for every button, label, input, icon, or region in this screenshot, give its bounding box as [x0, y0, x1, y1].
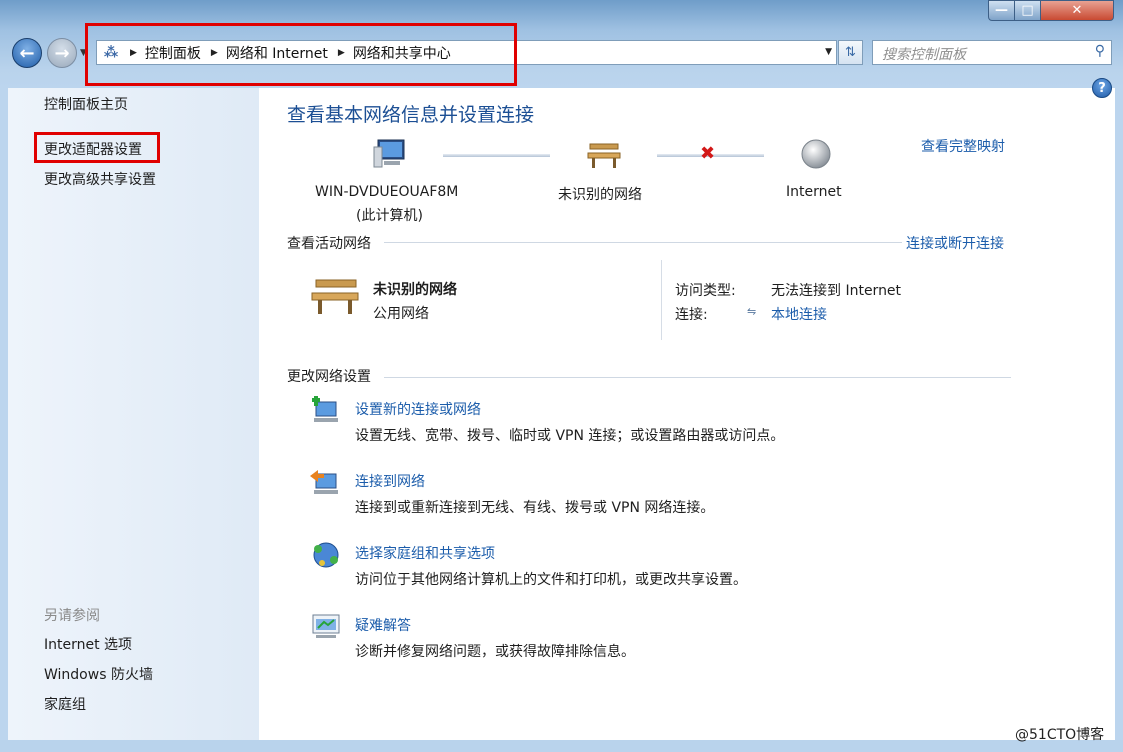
- adapter-highlight-box: [34, 132, 160, 163]
- local-connection-link[interactable]: 本地连接: [771, 304, 827, 324]
- watermark: @51CTO博客: [1015, 727, 1105, 743]
- active-network-name: 未识别的网络: [373, 282, 457, 298]
- close-button[interactable]: ✕: [1040, 0, 1114, 21]
- map-network-label: 未识别的网络: [558, 187, 642, 203]
- bench-icon: [587, 143, 621, 168]
- maximize-button[interactable]: □: [1014, 0, 1041, 21]
- access-type-label: 访问类型:: [675, 283, 736, 299]
- connect-network-icon: [310, 470, 338, 494]
- window-bottom-border: [0, 740, 1123, 752]
- connect-disconnect-link[interactable]: 连接或断开连接: [906, 233, 1004, 253]
- search-input[interactable]: 搜索控制面板 ⚲: [872, 40, 1112, 65]
- bench-large-icon: [311, 279, 359, 314]
- refresh-icon: ⇅: [845, 45, 856, 60]
- computer-name: WIN-DVDUEOUAF8M: [315, 184, 459, 200]
- sidebar: 控制面板主页 更改适配器设置 更改高级共享设置 Internet 选项 Wind…: [8, 88, 259, 740]
- minimize-button[interactable]: —: [988, 0, 1015, 21]
- see-also-heading: 另请参阅: [44, 608, 100, 624]
- troubleshoot-icon: [312, 614, 340, 638]
- map-internet-label: Internet: [786, 184, 842, 200]
- setup-connection-link[interactable]: 设置新的连接或网络: [355, 399, 481, 419]
- homegroup-icon: [313, 542, 339, 568]
- homegroup-desc: 访问位于其他网络计算机上的文件和打印机，或更改共享设置。: [355, 572, 747, 588]
- help-icon[interactable]: ?: [1092, 78, 1112, 98]
- access-type-value: 无法连接到 Internet: [771, 283, 902, 299]
- active-network-type[interactable]: 公用网络: [373, 303, 429, 323]
- new-connection-icon: [312, 396, 338, 422]
- computer-subtitle: (此计算机): [356, 208, 423, 224]
- sidebar-item-home[interactable]: 控制面板主页: [44, 94, 128, 114]
- forward-arrow-icon: →: [54, 42, 70, 64]
- refresh-button[interactable]: ⇅: [838, 40, 863, 65]
- active-networks-heading: 查看活动网络: [287, 236, 371, 252]
- see-also-homegroup[interactable]: 家庭组: [44, 694, 86, 714]
- see-also-internet-options[interactable]: Internet 选项: [44, 634, 132, 654]
- section-divider: [384, 377, 1011, 378]
- setup-connection-desc: 设置无线、宽带、拨号、临时或 VPN 连接；或设置路由器或访问点。: [355, 428, 785, 444]
- address-dropdown-icon[interactable]: ▼: [825, 47, 832, 57]
- search-icon[interactable]: ⚲: [1095, 43, 1105, 59]
- vertical-divider: [661, 260, 662, 340]
- troubleshoot-desc: 诊断并修复网络问题，或获得故障排除信息。: [355, 644, 635, 660]
- homegroup-link[interactable]: 选择家庭组和共享选项: [355, 543, 495, 563]
- sidebar-item-advanced-sharing[interactable]: 更改高级共享设置: [44, 169, 156, 189]
- disconnected-x-icon: ✖: [700, 143, 716, 164]
- change-settings-heading: 更改网络设置: [287, 369, 371, 385]
- connect-to-network-desc: 连接到或重新连接到无线、有线、拨号或 VPN 网络连接。: [355, 500, 715, 516]
- map-connector-line: [443, 154, 550, 157]
- computer-icon: [373, 139, 405, 168]
- back-button[interactable]: ←: [12, 38, 42, 68]
- forward-button[interactable]: →: [47, 38, 77, 68]
- globe-icon: [801, 139, 831, 169]
- page-title: 查看基本网络信息并设置连接: [287, 104, 535, 126]
- address-highlight-box: [85, 23, 517, 86]
- window-controls: — □ ✕: [988, 0, 1114, 22]
- connection-label: 连接:: [675, 307, 708, 323]
- troubleshoot-link[interactable]: 疑难解答: [355, 615, 411, 635]
- see-also-firewall[interactable]: Windows 防火墙: [44, 664, 153, 684]
- back-arrow-icon: ←: [19, 42, 35, 64]
- search-placeholder: 搜索控制面板: [882, 47, 966, 63]
- connect-to-network-link[interactable]: 连接到网络: [355, 471, 425, 491]
- view-full-map-link[interactable]: 查看完整映射: [921, 136, 1005, 156]
- section-divider: [384, 242, 902, 243]
- network-adapter-icon: ⇋: [747, 305, 757, 318]
